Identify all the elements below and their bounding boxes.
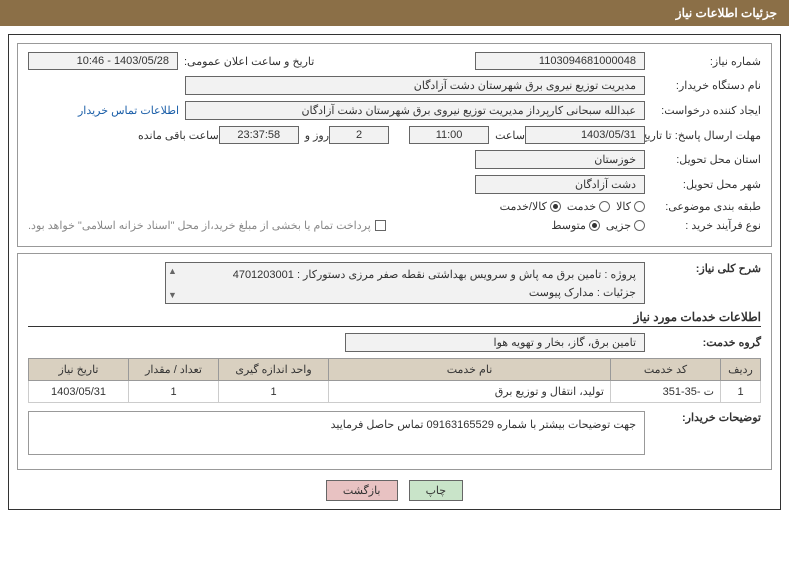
scroll-up-icon[interactable]: ▲ [168,264,177,278]
deadline-time: 11:00 [409,126,489,144]
buyer-note-box: جهت توضیحات بیشتر با شماره 09163165529 ت… [28,411,645,455]
buyer-value: مدیریت توزیع نیروی برق شهرستان دشت آزادگ… [185,76,645,95]
button-row: چاپ بازگشت [17,480,772,501]
province-value: خوزستان [475,150,645,169]
requester-label: ایجاد کننده درخواست: [651,104,761,117]
group-label: گروه خدمت: [651,336,761,349]
desc-textarea[interactable]: ▲ پروژه : تامین برق مه پاش و سرویس بهداش… [165,262,645,304]
desc-line2: جزئیات : مدارک پیوست [174,285,636,303]
countdown-value: 23:37:58 [219,126,299,144]
group-value: تامین برق، گاز، بخار و تهویه هوا [345,333,645,352]
col-date: تاریخ نیاز [29,359,129,381]
days-label: روز و [305,129,329,142]
print-button[interactable]: چاپ [409,480,464,501]
col-row: ردیف [721,359,761,381]
deadline-date: 1403/05/31 [525,126,645,144]
buyer-contact-link[interactable]: اطلاعات تماس خریدار [78,104,179,117]
buyer-note-label: توضیحات خریدار: [651,411,761,424]
city-label: شهر محل تحویل: [651,178,761,191]
radio-medium[interactable] [589,220,600,231]
announce-label: تاریخ و ساعت اعلان عمومی: [184,55,314,68]
need-number-label: شماره نیاز: [651,55,761,68]
desc-line1: پروژه : تامین برق مه پاش و سرویس بهداشتی… [174,267,636,285]
remain-label: ساعت باقی مانده [138,129,219,142]
type-radio-group: جزیی متوسط [551,219,645,232]
requester-value: عبدالله سبحانی کارپرداز مدیریت توزیع نیر… [185,101,645,120]
treasury-note: پرداخت تمام یا بخشی از مبلغ خرید،از محل … [28,219,371,232]
need-number-value: 1103094681000048 [475,52,645,70]
col-unit: واحد اندازه گیری [219,359,329,381]
class-label: طبقه بندی موضوعی: [651,200,761,213]
back-button[interactable]: بازگشت [326,480,398,501]
page-title: جزئیات اطلاعات نیاز [676,6,777,20]
deadline-label: مهلت ارسال پاسخ: تا تاریخ: [651,129,761,142]
page-header: جزئیات اطلاعات نیاز [0,0,789,26]
desc-label: شرح کلی نیاز: [651,262,761,275]
radio-partial[interactable] [634,220,645,231]
announce-value: 1403/05/28 - 10:46 [28,52,178,70]
services-table: ردیف کد خدمت نام خدمت واحد اندازه گیری ت… [28,358,761,403]
buyer-label: نام دستگاه خریدار: [651,79,761,92]
col-code: کد خدمت [611,359,721,381]
days-value: 2 [329,126,389,144]
time-label: ساعت [495,129,525,142]
table-row: 1 ت -35-351 تولید، انتقال و توزیع برق 1 … [29,381,761,403]
type-label: نوع فرآیند خرید : [651,219,761,232]
col-name: نام خدمت [329,359,611,381]
main-frame: شماره نیاز: 1103094681000048 تاریخ و ساع… [8,34,781,510]
scroll-down-icon[interactable]: ▼ [168,288,177,302]
services-section-title: اطلاعات خدمات مورد نیاز [28,310,761,327]
city-value: دشت آزادگان [475,175,645,194]
need-info-panel: شماره نیاز: 1103094681000048 تاریخ و ساع… [17,43,772,247]
treasury-checkbox[interactable] [375,220,386,231]
class-radio-group: کالا خدمت کالا/خدمت [500,200,645,213]
description-panel: شرح کلی نیاز: ▲ پروژه : تامین برق مه پاش… [17,253,772,470]
radio-service[interactable] [599,201,610,212]
radio-both[interactable] [550,201,561,212]
province-label: استان محل تحویل: [651,153,761,166]
radio-goods[interactable] [634,201,645,212]
col-qty: تعداد / مقدار [129,359,219,381]
